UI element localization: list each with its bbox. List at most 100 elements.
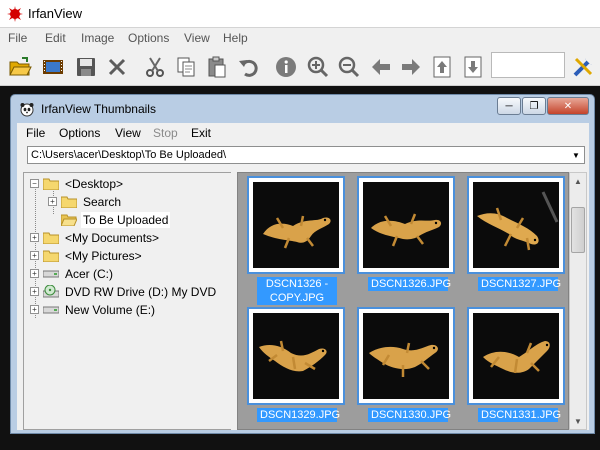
save-icon[interactable] <box>72 53 100 81</box>
app-title: IrfanView <box>28 6 82 21</box>
menu-view[interactable]: View <box>184 31 210 45</box>
tree-node-desktop[interactable]: − <Desktop> <box>30 175 125 192</box>
tree-label: <My Documents> <box>65 230 160 245</box>
path-text: C:\Users\acer\Desktop\To Be Uploaded\ <box>31 149 227 161</box>
tree-label: New Volume (E:) <box>65 302 156 317</box>
next-page-icon[interactable] <box>459 53 487 81</box>
restore-icon: ❐ <box>529 100 539 112</box>
thumbnail-dscn1331[interactable] <box>467 307 565 405</box>
tree-node-my-pictures[interactable]: + <My Pictures> <box>30 247 144 264</box>
tree-node-dvd-drive[interactable]: + DVD RW Drive (D:) My DVD <box>30 283 218 300</box>
menu-help[interactable]: Help <box>223 31 248 45</box>
menu-edit[interactable]: Edit <box>45 31 66 45</box>
gecko-photo <box>473 313 559 399</box>
close-button[interactable]: ✕ <box>547 97 589 115</box>
thumbnail-dscn1326[interactable] <box>357 176 455 274</box>
panda-icon <box>20 103 34 117</box>
dvd-drive-icon <box>43 285 59 298</box>
thumb-menu-options[interactable]: Options <box>59 126 100 140</box>
scroll-down-icon[interactable]: ▼ <box>570 413 586 429</box>
gecko-photo <box>253 313 339 399</box>
gecko-photo <box>253 182 339 268</box>
thumbnails-titlebar: IrfanView Thumbnails ─ ❐ ✕ <box>11 95 594 121</box>
restore-button[interactable]: ❐ <box>522 97 546 115</box>
tree-node-my-documents[interactable]: + <My Documents> <box>30 229 161 246</box>
expand-icon[interactable]: + <box>30 233 39 242</box>
expand-icon[interactable]: + <box>30 269 39 278</box>
copy-icon[interactable] <box>172 53 200 81</box>
info-icon[interactable] <box>272 53 300 81</box>
paste-icon[interactable] <box>203 53 231 81</box>
thumbnail-caption: DSCN1326 - COPY.JPG <box>257 277 337 305</box>
thumb-menu-exit[interactable]: Exit <box>191 126 211 140</box>
thumb-menu-view[interactable]: View <box>115 126 141 140</box>
thumb-menu-stop[interactable]: Stop <box>153 126 178 140</box>
path-dropdown[interactable]: C:\Users\acer\Desktop\To Be Uploaded\ ▼ <box>27 146 585 164</box>
thumbnails-menubar: File Options View Stop Exit <box>17 123 589 143</box>
hard-drive-icon <box>43 306 59 314</box>
thumbnails-window: IrfanView Thumbnails ─ ❐ ✕ File Options … <box>10 94 595 434</box>
folder-icon <box>43 250 59 262</box>
gecko-photo <box>363 313 449 399</box>
undo-icon[interactable] <box>234 53 262 81</box>
scroll-up-icon[interactable]: ▲ <box>570 173 586 189</box>
thumbnails-body: − <Desktop> + Search To Be Uploaded + <M… <box>17 167 589 430</box>
tree-label: DVD RW Drive (D:) My DVD <box>65 284 217 299</box>
hard-drive-icon <box>43 270 59 278</box>
delete-icon[interactable] <box>103 53 131 81</box>
thumbnail-dscn1326-copy[interactable] <box>247 176 345 274</box>
expand-icon[interactable]: + <box>30 305 39 314</box>
expand-icon[interactable]: + <box>48 197 57 206</box>
vertical-scrollbar[interactable]: ▲ ▼ <box>569 172 587 430</box>
settings-icon[interactable] <box>569 53 597 81</box>
tree-label: To Be Uploaded <box>81 211 171 228</box>
expand-icon[interactable]: + <box>30 287 39 296</box>
scrollbar-thumb[interactable] <box>571 207 585 253</box>
thumbnail-dscn1329[interactable] <box>247 307 345 405</box>
toolbar-input-field[interactable] <box>491 52 565 78</box>
gecko-photo <box>363 182 449 268</box>
expand-icon[interactable]: + <box>30 251 39 260</box>
tree-node-to-be-uploaded[interactable]: To Be Uploaded <box>61 211 171 228</box>
menu-file[interactable]: File <box>8 31 27 45</box>
minimize-button[interactable]: ─ <box>497 97 521 115</box>
tree-label: Search <box>83 194 122 209</box>
path-bar: C:\Users\acer\Desktop\To Be Uploaded\ ▼ <box>17 143 589 167</box>
tree-label: <Desktop> <box>65 176 124 191</box>
menu-options[interactable]: Options <box>128 31 169 45</box>
tree-node-new-volume-e[interactable]: + New Volume (E:) <box>30 301 157 318</box>
tree-label: <My Pictures> <box>65 248 142 263</box>
next-icon[interactable] <box>397 53 425 81</box>
tree-node-search[interactable]: + Search <box>48 193 123 210</box>
app-titlebar: IrfanView <box>0 0 600 28</box>
folder-icon <box>61 196 77 208</box>
thumbnail-caption: DSCN1326.JPG <box>368 277 451 291</box>
menu-image[interactable]: Image <box>81 31 114 45</box>
thumbnail-caption: DSCN1331.JPG <box>478 408 561 422</box>
thumbnail-caption: DSCN1329.JPG <box>257 408 340 422</box>
minimize-icon: ─ <box>505 100 513 112</box>
zoom-in-icon[interactable] <box>304 53 332 81</box>
previous-icon[interactable] <box>367 53 395 81</box>
thumbnail-grid: DSCN1326 - COPY.JPG DSCN1326.JPG DSCN1327… <box>237 172 569 430</box>
previous-page-icon[interactable] <box>428 53 456 81</box>
dropdown-arrow-icon[interactable]: ▼ <box>568 147 584 163</box>
app-menubar: File Edit Image Options View Help <box>0 28 600 48</box>
thumbnail-dscn1330[interactable] <box>357 307 455 405</box>
zoom-out-icon[interactable] <box>335 53 363 81</box>
gecko-photo <box>473 182 559 268</box>
thumbnail-caption: DSCN1330.JPG <box>368 408 451 422</box>
cut-icon[interactable] <box>141 53 169 81</box>
thumbnails-window-title: IrfanView Thumbnails <box>41 102 156 116</box>
open-folder-icon[interactable] <box>6 53 34 81</box>
thumb-menu-file[interactable]: File <box>26 126 45 140</box>
thumbnail-dscn1327[interactable] <box>467 176 565 274</box>
folder-tree: − <Desktop> + Search To Be Uploaded + <M… <box>23 172 233 430</box>
tree-node-acer-c[interactable]: + Acer (C:) <box>30 265 115 282</box>
thumbnail-caption: DSCN1327.JPG <box>478 277 561 291</box>
tree-label: Acer (C:) <box>65 266 113 281</box>
folder-icon <box>43 178 59 190</box>
close-icon: ✕ <box>563 100 573 112</box>
slideshow-icon[interactable] <box>39 53 67 81</box>
collapse-icon[interactable]: − <box>30 179 39 188</box>
